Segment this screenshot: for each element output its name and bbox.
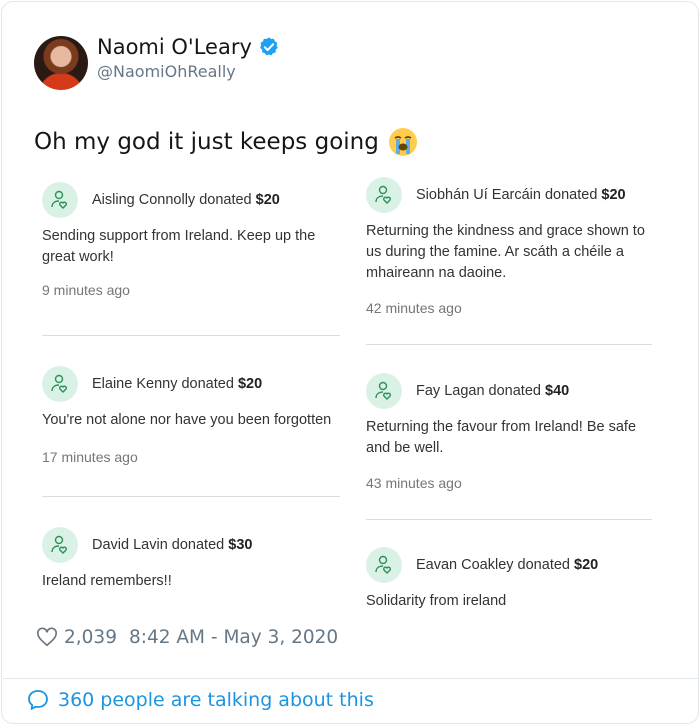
verified-badge-icon xyxy=(259,37,278,56)
donation-time: 17 minutes ago xyxy=(42,449,138,465)
donation-message: Sending support from Ireland. Keep up th… xyxy=(42,228,316,265)
donation-item: David Lavin donated $30 Ireland remember… xyxy=(42,527,340,592)
donation-message: Returning the kindness and grace shown t… xyxy=(366,223,645,281)
donation-item: Elaine Kenny donated $20 You're not alon… xyxy=(42,366,340,465)
heart-icon[interactable] xyxy=(36,626,58,648)
donation-item: Siobhán Uí Earcáin donated $20 Returning… xyxy=(366,177,652,316)
tweet-text: Oh my god it just keeps going xyxy=(34,129,379,155)
tweet-card: Naomi O'Leary @NaomiOhReally Oh my god i… xyxy=(1,1,699,724)
donation-message: Ireland remembers!! xyxy=(42,573,172,589)
donor-heart-user-icon xyxy=(42,527,78,563)
loudly-crying-face-icon xyxy=(388,128,417,156)
donation-message: You're not alone nor have you been forgo… xyxy=(42,412,332,428)
divider xyxy=(42,496,340,497)
avatar[interactable] xyxy=(34,36,88,90)
donation-title: Fay Lagan donated $40 xyxy=(416,383,570,399)
author-name-row[interactable]: Naomi O'Leary xyxy=(97,35,280,59)
donation-message: Returning the favour from Ireland! Be sa… xyxy=(366,419,637,456)
donor-heart-user-icon xyxy=(42,366,78,402)
conversation-link[interactable]: 360 people are talking about this xyxy=(26,688,374,712)
donation-title: David Lavin donated $30 xyxy=(92,537,253,553)
donation-item: Eavan Coakley donated $20 Solidarity fro… xyxy=(366,547,652,612)
conversation-text[interactable]: 360 people are talking about this xyxy=(58,689,374,711)
donor-heart-user-icon xyxy=(366,177,402,213)
author-handle[interactable]: @NaomiOhReally xyxy=(97,62,236,81)
donation-title: Eavan Coakley donated $20 xyxy=(416,557,599,573)
donation-message: Solidarity from ireland xyxy=(366,593,507,609)
like-count[interactable]: 2,039 xyxy=(64,627,117,648)
divider xyxy=(366,519,652,520)
tweet-timestamp[interactable]: 8:42 AM - May 3, 2020 xyxy=(129,627,338,648)
donation-title: Siobhán Uí Earcáin donated $20 xyxy=(416,187,626,203)
donor-heart-user-icon xyxy=(42,182,78,218)
donation-item: Aisling Connolly donated $20 Sending sup… xyxy=(42,182,340,298)
donor-heart-user-icon xyxy=(366,373,402,409)
divider xyxy=(366,344,652,345)
author-name[interactable]: Naomi O'Leary xyxy=(97,35,252,59)
donation-item: Fay Lagan donated $40 Returning the favo… xyxy=(366,373,652,491)
tweet-meta: 2,039 8:42 AM - May 3, 2020 xyxy=(36,626,338,648)
donation-time: 43 minutes ago xyxy=(366,475,462,491)
tweet-text-row: Oh my god it just keeps going xyxy=(34,126,419,158)
divider xyxy=(42,335,340,336)
donation-title: Aisling Connolly donated $20 xyxy=(92,192,280,208)
donor-heart-user-icon xyxy=(366,547,402,583)
donation-time: 9 minutes ago xyxy=(42,282,130,298)
donation-title: Elaine Kenny donated $20 xyxy=(92,376,263,392)
donation-time: 42 minutes ago xyxy=(366,300,462,316)
divider xyxy=(3,678,699,679)
speech-bubble-icon xyxy=(28,690,48,710)
